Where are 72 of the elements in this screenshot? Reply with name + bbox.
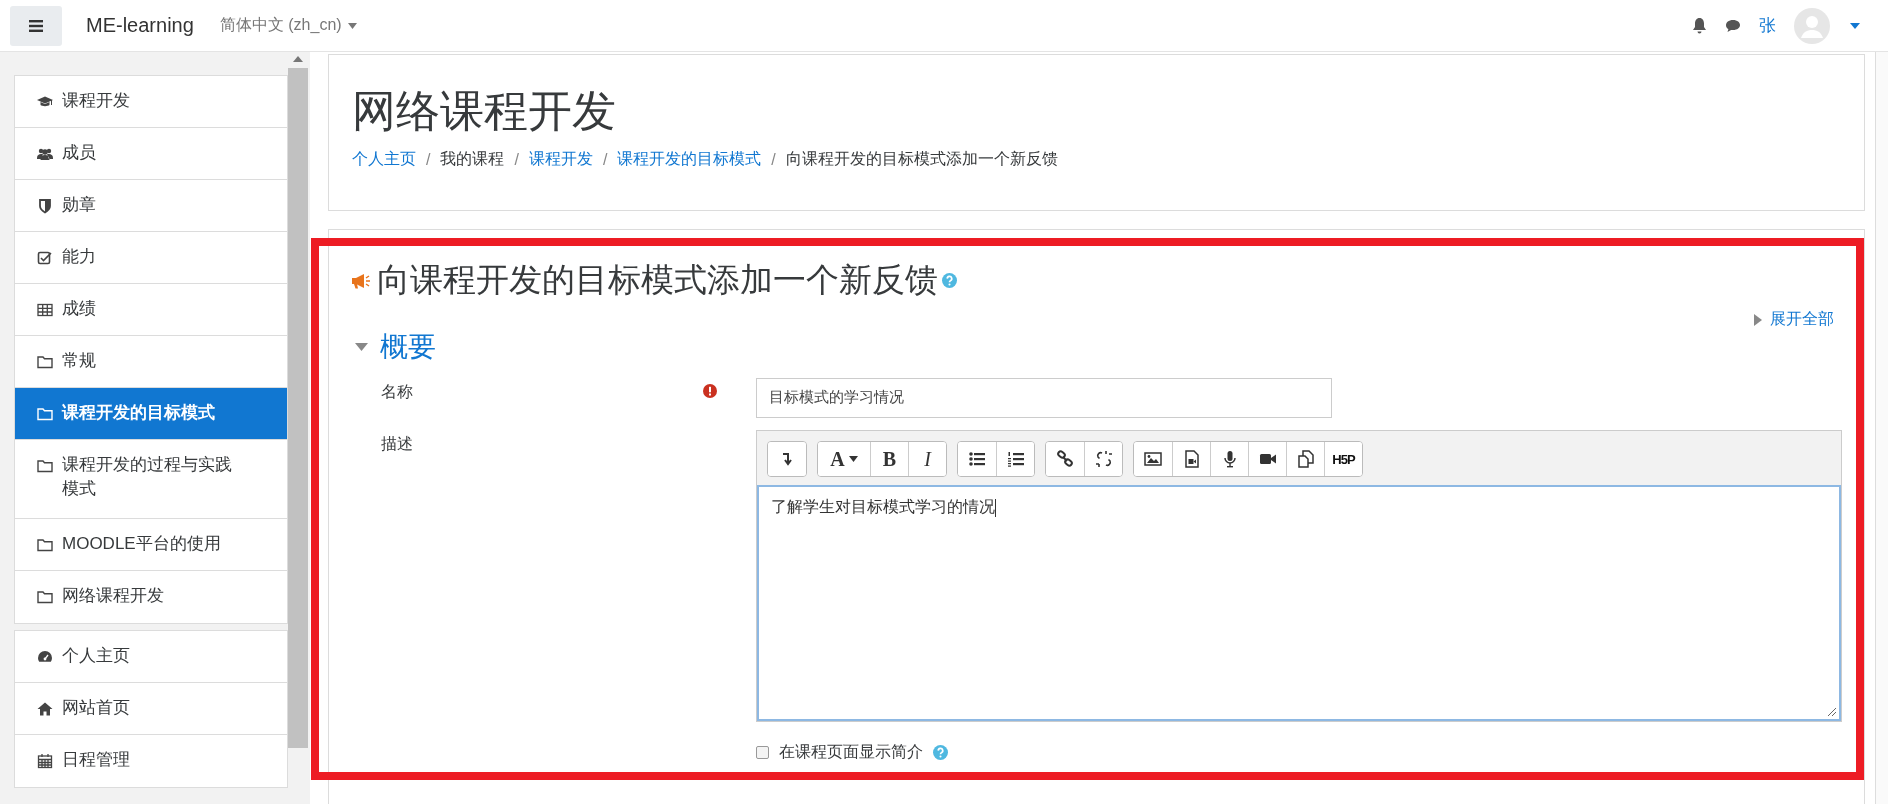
breadcrumb-link[interactable]: 课程开发 [528,149,593,170]
user-name[interactable]: 张 [1759,14,1776,37]
breadcrumb-link[interactable]: 个人主页 [352,149,416,170]
caret-icon [347,22,357,29]
breadcrumb-item: 我的课程 [440,149,505,169]
sidebar-item[interactable]: MOODLE平台的使用 [15,519,287,571]
field-label: 描述 [380,434,414,454]
checkbox[interactable] [756,746,769,759]
calendar-icon [37,753,53,769]
language-menu[interactable]: 简体中文 (zh_cn) [219,15,357,36]
sidebar-item[interactable]: 网站首页 [15,683,287,735]
sidebar-item[interactable]: 成绩 [15,284,287,336]
italic-button[interactable]: I [908,442,946,476]
sidebar-item[interactable]: 成员 [15,128,287,180]
bullet-list-icon [968,450,986,468]
sidebar-item[interactable]: 网络课程开发 [15,571,287,623]
shield-icon [37,198,53,214]
table-icon [37,302,53,318]
bell-icon[interactable] [1692,17,1707,34]
scroll-up-icon[interactable] [293,56,303,62]
sidebar-item[interactable]: 个人主页 [15,631,287,683]
checkbox-label[interactable]: 在课程页面显示简介 [779,742,923,763]
breadcrumb-item: 向课程开发的目标模式添加一个新反馈 [785,149,1058,169]
caret-icon[interactable] [1850,22,1860,29]
megaphone-icon [351,272,371,289]
breadcrumb-link[interactable]: 课程开发的目标模式 [617,149,762,170]
unlink-button[interactable] [1084,442,1122,476]
page-title: 网络课程开发 [352,85,617,137]
field-label: 名称 [380,382,414,402]
expand-arrow-icon [1754,313,1762,326]
folder-icon [37,589,53,605]
scrollbar-thumb[interactable] [288,68,308,748]
breadcrumb-separator: / [514,150,519,169]
sidebar-item[interactable]: 课程开发的过程与实践模式 [15,440,287,519]
menu-button[interactable] [10,5,62,46]
site-name[interactable]: ME-learning [86,14,194,37]
sidebar-item[interactable]: 课程开发 [15,76,287,128]
media-file-icon [1182,450,1201,468]
checkbox-icon [37,250,53,266]
numbered-list-icon [1006,450,1025,468]
copy-icon [1296,450,1315,468]
menu-icon [29,19,43,32]
image-icon [1144,450,1162,468]
folder-icon [37,354,53,370]
h5p-button[interactable]: H5P [1324,442,1362,476]
users-icon [37,146,53,162]
more-button[interactable] [768,442,806,476]
sidebar-item[interactable]: 日程管理 [15,735,287,787]
description-text-area[interactable]: 了解学生对目标模式学习的情况 [757,485,1841,721]
name-input-field[interactable]: 目标模式的学习情况 [756,378,1332,418]
breadcrumb-separator: / [426,150,431,169]
breadcrumb-separator: / [771,150,776,169]
sidebar-item[interactable]: 课程开发的目标模式 [15,388,287,440]
form-heading: 向课程开发的目标模式添加一个新反馈 [377,260,938,300]
breadcrumb-separator: / [602,150,608,169]
broken-link-icon [1094,450,1113,468]
sidebar-item[interactable]: 能力 [15,232,287,284]
resize-handle-icon[interactable] [1826,706,1836,716]
numbers-button[interactable] [996,442,1034,476]
chat-icon[interactable] [1725,18,1741,33]
folder-icon [37,406,53,422]
link-icon [1056,450,1074,468]
folder-icon [37,458,53,474]
section-title[interactable]: 概要 [380,328,436,366]
page-scrollbar[interactable] [1875,52,1888,804]
collapse-arrow-icon[interactable] [355,343,368,351]
caret-icon [848,456,858,462]
sidebar-item[interactable]: 勋章 [15,180,287,232]
gauge-icon [37,649,53,665]
folder-icon [37,537,53,553]
home-icon [37,701,53,717]
expand-all-link[interactable]: 展开全部 [1770,309,1834,330]
